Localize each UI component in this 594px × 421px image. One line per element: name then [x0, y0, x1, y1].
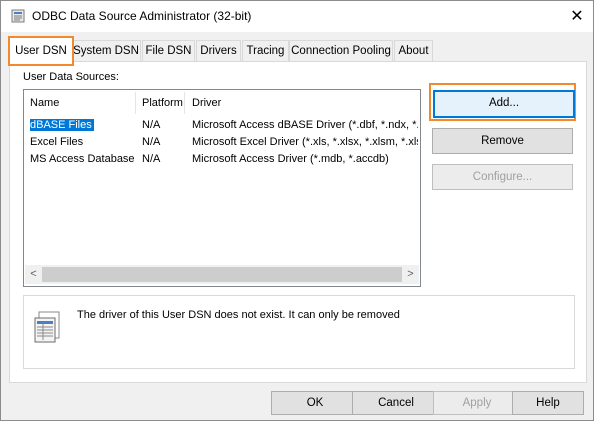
add-button[interactable]: Add... — [433, 90, 575, 118]
row-driver: Microsoft Access Driver (*.mdb, *.accdb) — [192, 153, 389, 165]
row-driver: Microsoft Access dBASE Driver (*.dbf, *.… — [192, 119, 418, 131]
tab-system-dsn[interactable]: System DSN — [71, 40, 141, 61]
configure-button[interactable]: Configure... — [432, 164, 573, 190]
tab-about[interactable]: About — [394, 40, 433, 61]
close-icon[interactable]: ✕ — [561, 1, 593, 32]
row-platform: N/A — [142, 119, 161, 131]
remove-button[interactable]: Remove — [432, 128, 573, 154]
help-button[interactable]: Help — [512, 391, 584, 415]
description-box: The driver of this User DSN does not exi… — [23, 295, 575, 369]
row-platform: N/A — [142, 153, 161, 165]
scroll-right-icon[interactable]: > — [402, 265, 419, 284]
tab-tracing[interactable]: Tracing — [242, 40, 289, 61]
horizontal-scrollbar[interactable]: < > — [25, 265, 419, 284]
title-bar[interactable]: ODBC Data Source Administrator (32-bit) … — [1, 1, 593, 32]
scrollbar-thumb[interactable] — [42, 267, 402, 282]
column-header-platform[interactable]: Platform — [136, 92, 185, 114]
odbc-app-icon — [11, 9, 25, 23]
column-header-driver[interactable]: Driver — [186, 92, 418, 114]
row-platform: N/A — [142, 136, 161, 148]
column-header-name[interactable]: Name — [24, 92, 136, 114]
row-name: Excel Files — [30, 136, 84, 148]
ok-button[interactable]: OK — [271, 391, 359, 415]
row-name: MS Access Database — [30, 153, 135, 165]
dialog-window: ODBC Data Source Administrator (32-bit) … — [0, 0, 594, 421]
tab-connection-pooling[interactable]: Connection Pooling — [289, 40, 393, 61]
cancel-button[interactable]: Cancel — [352, 391, 440, 415]
row-driver: Microsoft Excel Driver (*.xls, *.xlsx, *… — [192, 136, 418, 148]
description-text: The driver of this User DSN does not exi… — [77, 309, 400, 321]
window-title: ODBC Data Source Administrator (32-bit) — [32, 9, 252, 23]
apply-button[interactable]: Apply — [433, 391, 521, 415]
tab-user-dsn[interactable]: User DSN — [8, 36, 74, 66]
scroll-left-icon[interactable]: < — [25, 265, 42, 284]
user-data-sources-label: User Data Sources: — [23, 71, 119, 83]
datasource-document-icon — [34, 311, 60, 343]
tab-drivers[interactable]: Drivers — [196, 40, 241, 61]
data-sources-list[interactable]: Name Platform Driver dBASE Files N/A Mic… — [23, 89, 421, 287]
row-name: dBASE Files — [30, 119, 94, 131]
tab-file-dsn[interactable]: File DSN — [142, 40, 195, 61]
